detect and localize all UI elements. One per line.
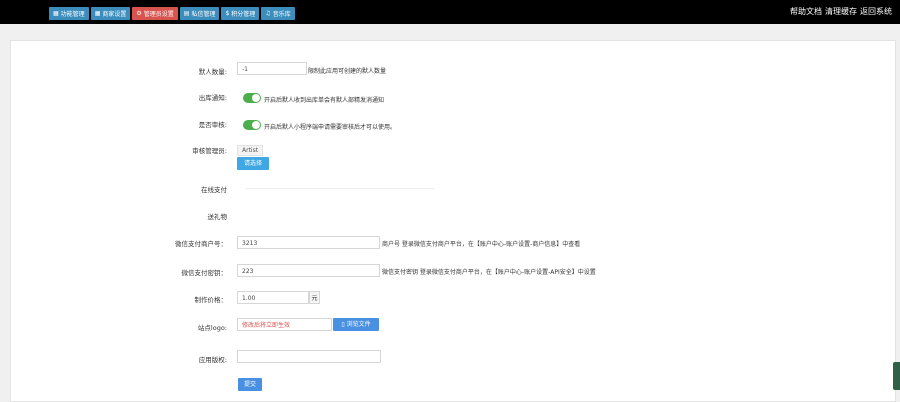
chat-icon: ▤: [183, 9, 190, 17]
nav-item-feature-management[interactable]: ▦ 功能管理: [49, 7, 89, 20]
settings-panel: 默人数量: -1 限制此应用可创建的默人数量 出库通知: 开启后默人收到出库单会…: [10, 40, 896, 402]
return-system-link[interactable]: 返回系统: [860, 6, 892, 17]
merchant-id-input[interactable]: 3213: [237, 236, 380, 249]
online-pay-label: 在线支付: [201, 186, 227, 194]
nav-item-merchant-settings[interactable]: ▦ 商家设置: [90, 7, 131, 20]
online-pay-divider: [245, 188, 435, 189]
merchant-id-label: 微信支付商户号：: [175, 240, 227, 248]
grid-icon: ▦: [53, 9, 59, 17]
price-input[interactable]: 1.00: [237, 291, 309, 304]
logo-label: 站点logo:: [197, 324, 227, 332]
gear-icon: ⚙: [136, 9, 142, 17]
top-bar: ▦ 功能管理 ▦ 商家设置 ⚙ 管理员设置 ▤ 私信管理 $ 积分管理 ♫ 音乐…: [0, 0, 900, 24]
auditor-label: 审核管理员:: [192, 147, 227, 155]
top-links: 帮助文档 清理缓存 返回系统: [790, 6, 892, 17]
merchant-key-label: 微信支付密钥：: [181, 269, 228, 277]
browse-file-button[interactable]: ▯ 浏览文件: [333, 318, 379, 331]
max-people-label: 默人数量:: [198, 68, 227, 76]
file-icon: ▯: [341, 321, 345, 328]
merchant-key-input[interactable]: 223: [237, 264, 380, 277]
nav-item-label: 积分管理: [231, 11, 256, 18]
logo-file-input[interactable]: 修改后将立即生效: [237, 318, 332, 331]
enter-notify-hint: 开启后默人收到出库单会有默人部精发消通知: [264, 97, 385, 104]
max-people-hint: 限制此应用可创建的默人数量: [308, 68, 387, 75]
audit-toggle[interactable]: [243, 120, 261, 130]
top-nav: ▦ 功能管理 ▦ 商家设置 ⚙ 管理员设置 ▤ 私信管理 $ 积分管理 ♫ 音乐…: [49, 7, 295, 20]
browse-file-label: 浏览文件: [346, 321, 371, 328]
nav-item-admin-settings[interactable]: ⚙ 管理员设置: [132, 7, 178, 20]
nav-item-music-library[interactable]: ♫ 音乐库: [261, 7, 295, 20]
copyright-input[interactable]: [237, 350, 381, 363]
nav-item-label: 音乐库: [272, 11, 291, 18]
submit-button[interactable]: 提交: [238, 378, 262, 391]
enter-notify-label: 出库通知:: [198, 94, 227, 102]
select-auditor-button[interactable]: 请选择: [237, 157, 269, 170]
grid-icon: ▦: [94, 9, 101, 17]
nav-item-points-management[interactable]: $ 积分管理: [221, 7, 260, 20]
gift-label: 送礼物: [207, 213, 228, 221]
side-widget[interactable]: [893, 362, 900, 390]
music-icon: ♫: [265, 9, 271, 17]
enter-notify-toggle[interactable]: [243, 93, 261, 103]
price-unit: 元: [309, 291, 320, 304]
nav-item-label: 商家设置: [102, 11, 127, 18]
price-label: 制作价格：: [194, 296, 228, 304]
audit-label: 是否审核:: [198, 121, 227, 129]
nav-item-message-management[interactable]: ▤ 私信管理: [179, 7, 220, 20]
merchant-key-hint: 微信支付密钥 登录微信支付商户平台，在【账户中心-账户设置-API安全】中设置: [382, 269, 596, 276]
max-people-input[interactable]: -1: [237, 62, 307, 75]
merchant-id-hint: 商户号 登录微信支付商户平台，在【账户中心-账户设置-商户信息】中查看: [382, 241, 581, 248]
copyright-label: 应用版权:: [198, 356, 227, 364]
auditor-tag: Artist: [237, 145, 264, 156]
coin-icon: $: [225, 9, 230, 17]
nav-item-label: 私信管理: [191, 11, 216, 18]
audit-hint: 开启后默人小程序端申请需要审核后才可以使用。: [264, 124, 397, 131]
clear-cache-link[interactable]: 清理缓存: [825, 6, 857, 17]
nav-item-label: 功能管理: [60, 11, 85, 18]
nav-item-label: 管理员设置: [143, 11, 174, 18]
help-docs-link[interactable]: 帮助文档: [790, 6, 822, 17]
